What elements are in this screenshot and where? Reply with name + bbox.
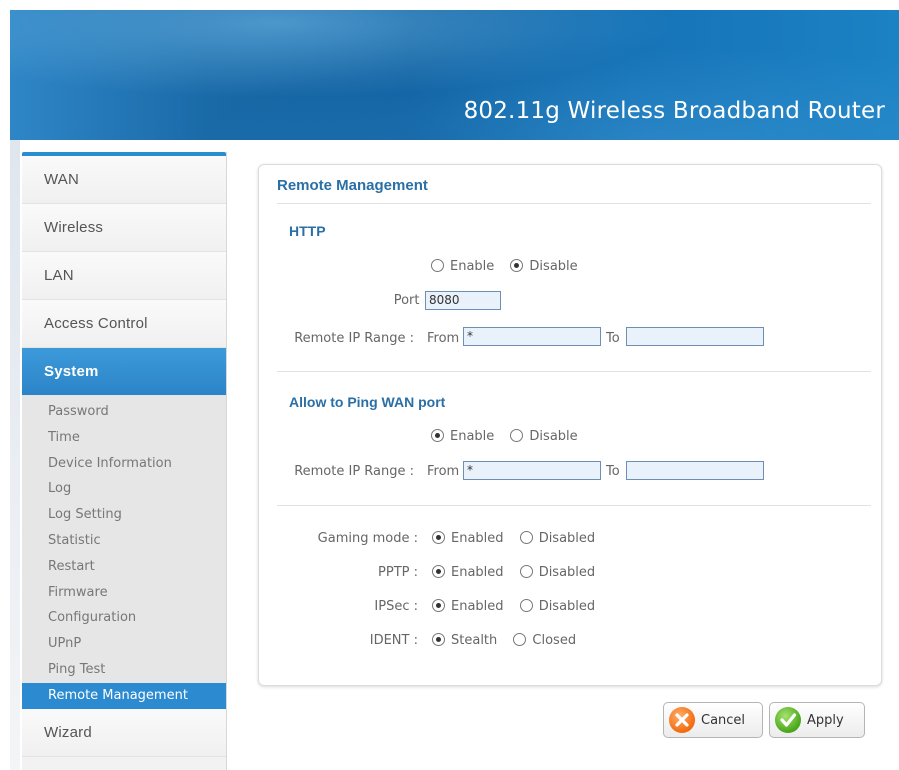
submenu-item-device-information[interactable]: Device Information: [22, 451, 226, 477]
pptp-disabled-option[interactable]: Disabled: [519, 565, 595, 580]
gaming-mode-radios: Enabled Disabled: [432, 531, 607, 546]
http-from-input[interactable]: *: [463, 327, 601, 346]
ident-radios: Stealth Closed: [432, 633, 588, 648]
sidebar-item-wireless[interactable]: Wireless: [22, 204, 226, 252]
submenu-item-ping-test[interactable]: Ping Test: [22, 657, 226, 683]
remote-management-panel: Remote Management HTTP Enable Disable Po…: [258, 164, 882, 686]
pptp-radios: Enabled Disabled: [432, 565, 607, 580]
sidebar: WAN Wireless LAN Access Control System P…: [22, 152, 227, 770]
ident-stealth-option[interactable]: Stealth: [432, 633, 497, 648]
cancel-button[interactable]: Cancel: [663, 702, 763, 738]
submenu-item-configuration[interactable]: Configuration: [22, 605, 226, 631]
ipsec-enabled-option[interactable]: Enabled: [432, 599, 504, 614]
product-title: 802.11g Wireless Broadband Router: [463, 98, 885, 124]
ipsec-label: IPSec :: [374, 599, 418, 614]
submenu-item-remote-management[interactable]: Remote Management: [22, 682, 226, 709]
apply-button-label: Apply: [807, 712, 844, 728]
page-title: Remote Management: [277, 177, 428, 194]
check-icon: [775, 707, 801, 733]
pptp-enabled-option[interactable]: Enabled: [432, 565, 504, 580]
http-port-label: Port :: [393, 293, 428, 308]
submenu-item-log-setting[interactable]: Log Setting: [22, 502, 226, 528]
ping-disable-option[interactable]: Disable: [510, 429, 578, 444]
gaming-enabled-option[interactable]: Enabled: [432, 531, 504, 546]
submenu-item-upnp[interactable]: UPnP: [22, 631, 226, 657]
sidebar-item-access-control[interactable]: Access Control: [22, 300, 226, 348]
ping-to-input[interactable]: [626, 461, 764, 480]
sidebar-item-wizard[interactable]: Wizard: [22, 708, 226, 757]
http-port-input[interactable]: 8080: [425, 291, 501, 310]
sidebar-item-wan[interactable]: WAN: [22, 156, 226, 204]
submenu-item-firmware[interactable]: Firmware: [22, 580, 226, 606]
radio-selected-icon[interactable]: [431, 429, 444, 442]
submenu-item-statistic[interactable]: Statistic: [22, 528, 226, 554]
divider: [277, 505, 871, 506]
http-from-label: From: [427, 331, 460, 346]
radio-selected-icon[interactable]: [432, 565, 445, 578]
sidebar-edge: [10, 140, 20, 770]
ping-enable-option[interactable]: Enable: [431, 429, 494, 444]
radio-selected-icon[interactable]: [432, 633, 445, 646]
cancel-button-label: Cancel: [701, 712, 746, 728]
http-disable-option[interactable]: Disable: [510, 259, 578, 274]
radio-icon[interactable]: [519, 565, 533, 578]
gaming-disabled-option[interactable]: Disabled: [519, 531, 595, 546]
submenu-item-time[interactable]: Time: [22, 425, 226, 451]
ping-enable-radios: Enable Disable: [431, 429, 590, 444]
http-to-label: To: [606, 331, 620, 346]
divider: [277, 371, 871, 372]
ping-range-label: Remote IP Range :: [294, 464, 414, 479]
apply-button[interactable]: Apply: [769, 702, 865, 738]
submenu-item-restart[interactable]: Restart: [22, 554, 226, 580]
sidebar-item-system[interactable]: System: [22, 348, 226, 396]
radio-icon[interactable]: [519, 599, 533, 612]
cancel-icon: [669, 707, 695, 733]
http-section-title: HTTP: [289, 223, 326, 239]
submenu-item-log[interactable]: Log: [22, 476, 226, 502]
radio-icon[interactable]: [510, 429, 524, 442]
submenu-item-password[interactable]: Password: [22, 399, 226, 425]
radio-icon[interactable]: [513, 633, 527, 646]
ping-section-title: Allow to Ping WAN port: [289, 394, 446, 410]
ipsec-radios: Enabled Disabled: [432, 599, 607, 614]
gaming-mode-label: Gaming mode :: [317, 531, 418, 546]
radio-icon[interactable]: [431, 259, 444, 272]
http-enable-option[interactable]: Enable: [431, 259, 494, 274]
radio-selected-icon[interactable]: [432, 531, 445, 544]
header-banner: 802.11g Wireless Broadband Router: [10, 10, 899, 140]
ping-to-label: To: [606, 464, 620, 479]
pptp-label: PPTP :: [378, 565, 418, 580]
radio-icon[interactable]: [519, 531, 533, 544]
ping-from-label: From: [427, 464, 460, 479]
system-submenu: Password Time Device Information Log Log…: [22, 396, 226, 709]
radio-selected-icon[interactable]: [432, 599, 445, 612]
http-enable-radios: Enable Disable: [431, 259, 590, 274]
ident-closed-option[interactable]: Closed: [513, 633, 576, 648]
ident-label: IDENT :: [369, 633, 418, 648]
http-range-label: Remote IP Range :: [294, 331, 414, 346]
ping-from-input[interactable]: *: [463, 461, 601, 480]
http-to-input[interactable]: [626, 327, 764, 346]
radio-selected-icon[interactable]: [510, 259, 524, 272]
sidebar-item-lan[interactable]: LAN: [22, 252, 226, 300]
ipsec-disabled-option[interactable]: Disabled: [519, 599, 595, 614]
divider: [277, 203, 871, 204]
